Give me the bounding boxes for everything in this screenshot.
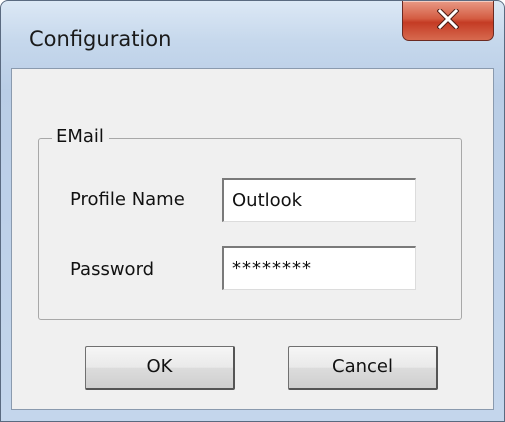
title-bar[interactable]: Configuration bbox=[1, 1, 504, 65]
email-groupbox bbox=[38, 138, 462, 320]
password-label: Password bbox=[70, 259, 155, 280]
profile-name-input[interactable] bbox=[222, 178, 416, 222]
password-input[interactable] bbox=[222, 246, 416, 290]
close-icon bbox=[437, 9, 459, 29]
profile-name-label: Profile Name bbox=[70, 189, 185, 210]
close-button[interactable] bbox=[402, 1, 494, 41]
email-group-legend: EMail bbox=[52, 126, 109, 148]
ok-button[interactable]: OK bbox=[85, 346, 235, 390]
window-title: Configuration bbox=[29, 27, 172, 51]
cancel-button[interactable]: Cancel bbox=[288, 346, 438, 390]
